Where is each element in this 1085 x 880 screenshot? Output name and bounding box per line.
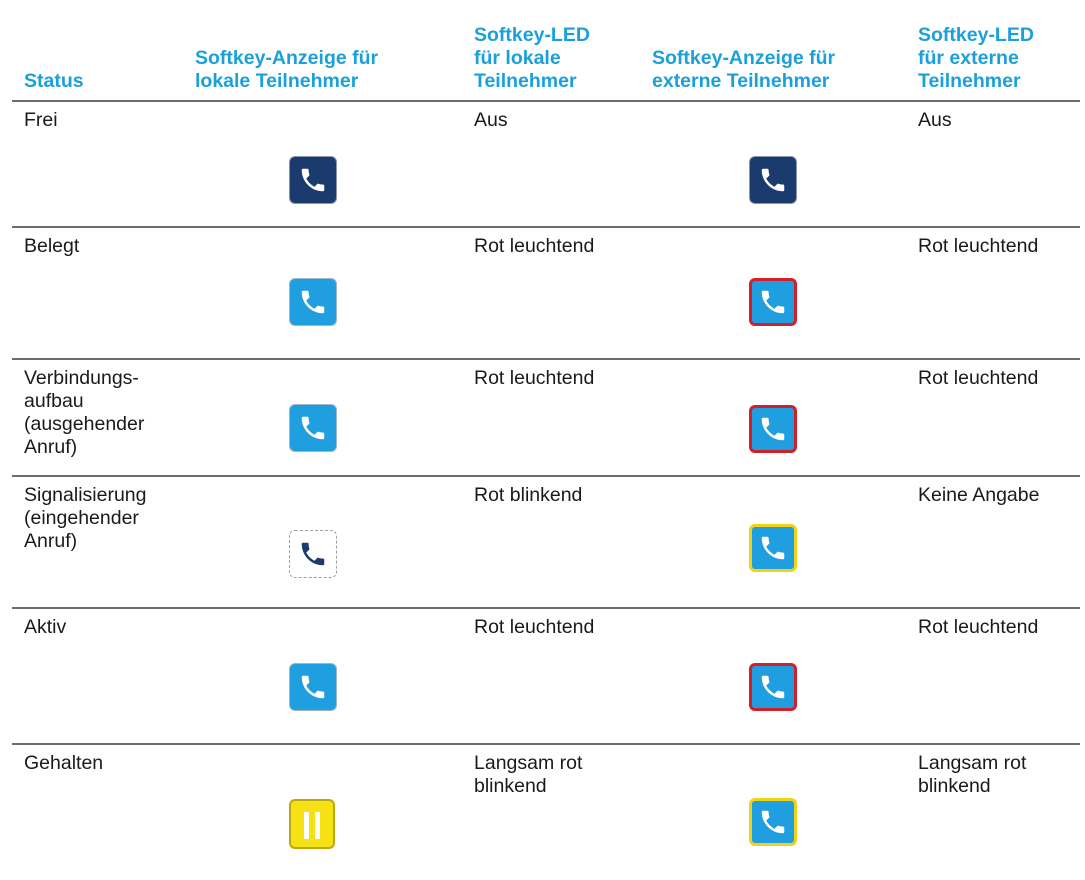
status-cell: Verbindungs- aufbau (ausgehender Anruf) xyxy=(24,367,145,458)
led-external-cell: Keine Angabe xyxy=(918,484,1040,506)
phone-icon xyxy=(289,278,337,326)
phone-icon xyxy=(749,663,797,711)
header-softkey-led-external: Softkey-LED für externe Teilnehmer xyxy=(918,24,1034,92)
header-softkey-display-external: Softkey-Anzeige für externe Teilnehmer xyxy=(652,47,836,92)
led-local-cell: Rot leuchtend xyxy=(474,367,595,389)
hold-icon xyxy=(289,799,335,849)
hold-bar-icon xyxy=(315,812,320,839)
table-row: Gehalten Langsam rot blinkend Langsam ro… xyxy=(12,745,1080,875)
table-row: Aktiv Rot leuchtend Rot leuchtend xyxy=(12,609,1080,745)
status-cell: Frei xyxy=(24,109,58,131)
phone-icon xyxy=(749,524,797,572)
phone-icon xyxy=(289,663,337,711)
hold-bar-icon xyxy=(304,812,309,839)
header-status: Status xyxy=(24,70,84,92)
phone-icon xyxy=(749,798,797,846)
led-external-cell: Rot leuchtend xyxy=(918,616,1039,638)
led-local-cell: Rot leuchtend xyxy=(474,235,595,257)
status-cell: Aktiv xyxy=(24,616,67,638)
led-local-cell: Aus xyxy=(474,109,508,131)
phone-icon xyxy=(289,156,337,204)
header-softkey-display-local: Softkey-Anzeige für lokale Teilnehmer xyxy=(195,47,379,92)
phone-icon xyxy=(289,530,337,578)
led-local-cell: Langsam rot blinkend xyxy=(474,752,583,797)
table-row: Signalisierung (eingehender Anruf) Rot b… xyxy=(12,477,1080,609)
led-external-cell: Langsam rot blinkend xyxy=(918,752,1027,797)
phone-icon xyxy=(289,404,337,452)
phone-icon xyxy=(749,405,797,453)
led-local-cell: Rot leuchtend xyxy=(474,616,595,638)
table-row: Belegt Rot leuchtend Rot leuchtend xyxy=(12,228,1080,360)
softkey-status-table: Status Softkey-Anzeige für lokale Teilne… xyxy=(12,0,1080,875)
table-header: Status Softkey-Anzeige für lokale Teilne… xyxy=(12,0,1080,102)
led-external-cell: Rot leuchtend xyxy=(918,367,1039,389)
phone-icon xyxy=(749,278,797,326)
led-external-cell: Aus xyxy=(918,109,952,131)
led-local-cell: Rot blinkend xyxy=(474,484,583,506)
status-cell: Gehalten xyxy=(24,752,104,774)
status-cell: Belegt xyxy=(24,235,80,257)
status-cell: Signalisierung (eingehender Anruf) xyxy=(24,484,147,552)
led-external-cell: Rot leuchtend xyxy=(918,235,1039,257)
table-row: Frei Aus Aus xyxy=(12,102,1080,228)
table-row: Verbindungs- aufbau (ausgehender Anruf) … xyxy=(12,360,1080,477)
phone-icon xyxy=(749,156,797,204)
header-softkey-led-local: Softkey-LED für lokale Teilnehmer xyxy=(474,24,590,92)
